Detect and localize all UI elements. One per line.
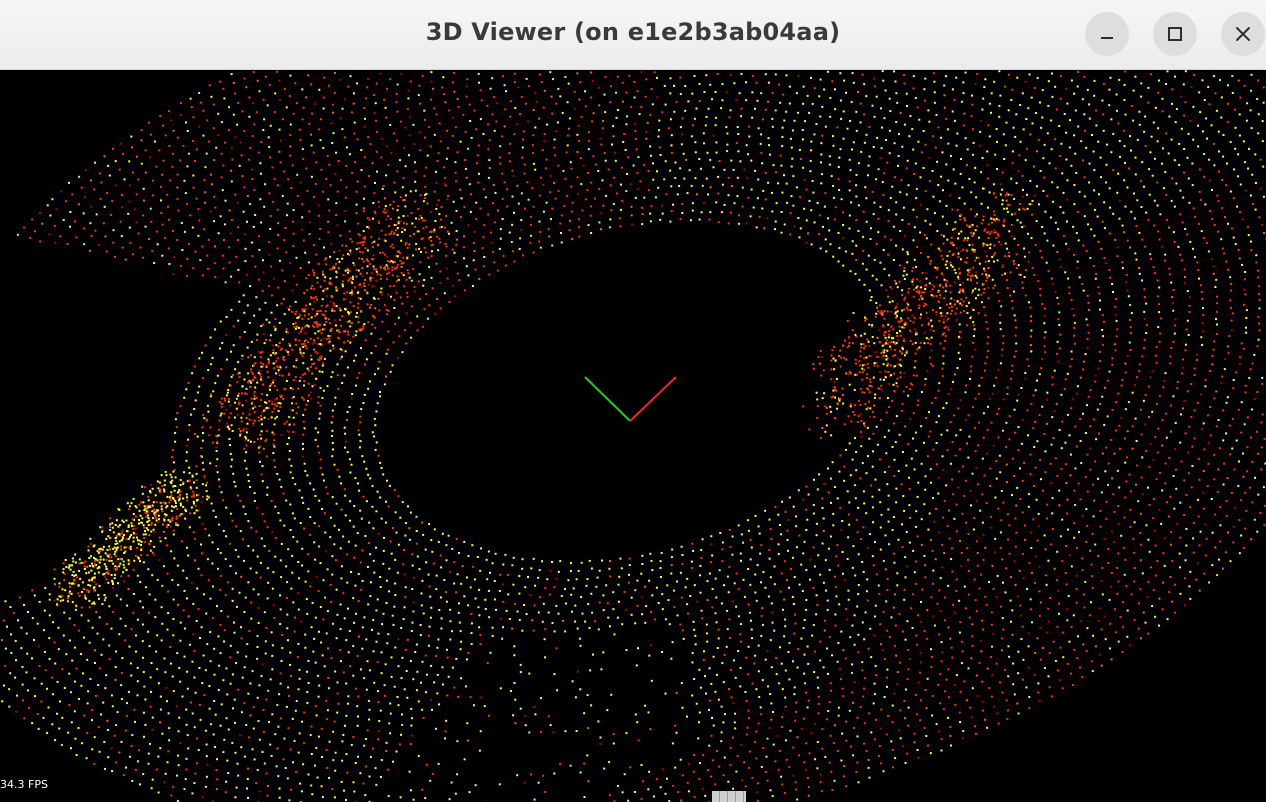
resize-handle[interactable] xyxy=(712,791,746,802)
close-icon xyxy=(1236,27,1250,41)
minimize-button[interactable] xyxy=(1085,12,1129,56)
point-cloud xyxy=(0,70,1266,802)
maximize-icon xyxy=(1168,27,1182,41)
x-axis-line xyxy=(629,376,677,422)
title-bar[interactable]: 3D Viewer (on e1e2b3ab04aa) xyxy=(0,0,1266,70)
viewer-window: 3D Viewer (on e1e2b3ab04aa) 34.3 FPS xyxy=(0,0,1266,802)
fps-counter: 34.3 FPS xyxy=(0,778,48,791)
close-button[interactable] xyxy=(1221,12,1265,56)
window-title: 3D Viewer (on e1e2b3ab04aa) xyxy=(425,18,841,46)
maximize-button[interactable] xyxy=(1153,12,1197,56)
y-axis-line xyxy=(584,376,631,422)
minimize-icon xyxy=(1101,37,1113,39)
3d-viewport[interactable]: 34.3 FPS xyxy=(0,70,1266,802)
axes-gizmo xyxy=(584,376,677,422)
